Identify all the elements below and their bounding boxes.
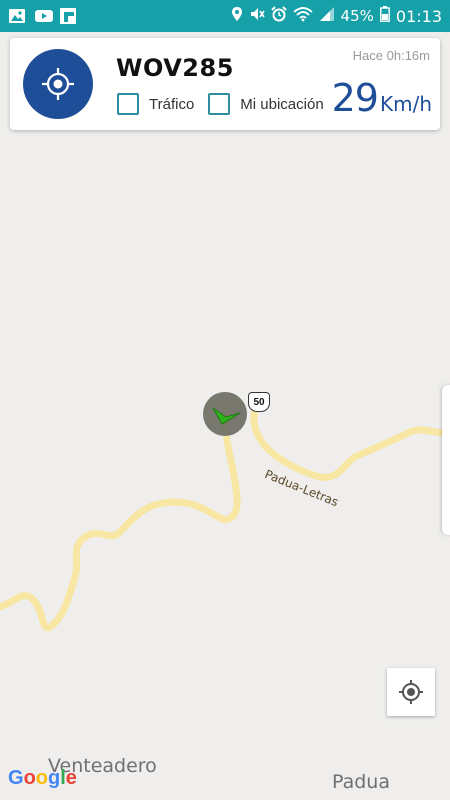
battery-icon [379, 6, 390, 26]
flipboard-icon [60, 8, 78, 24]
gallery-icon [8, 8, 26, 24]
road-east [250, 400, 450, 481]
traffic-checkbox[interactable]: Tráfico [117, 93, 194, 115]
youtube-icon [34, 8, 53, 24]
my-location-checkbox-box[interactable] [208, 93, 231, 115]
my-location-button[interactable] [387, 668, 435, 716]
signal-icon [319, 6, 335, 26]
alarm-icon [270, 6, 287, 26]
vehicle-plate: WOV285 [116, 54, 234, 82]
traffic-checkbox-box[interactable] [117, 93, 139, 115]
speed-value: 29 [331, 76, 379, 120]
battery-percent: 45% [340, 7, 374, 25]
status-bar: 45% 01:13 [0, 0, 450, 32]
traffic-checkbox-label: Tráfico [149, 95, 195, 113]
my-location-checkbox[interactable]: Mi ubicación [208, 93, 324, 115]
location-icon [231, 6, 243, 26]
speed-readout: 29 Km/h [332, 76, 432, 120]
route-shield: 50 [248, 392, 270, 412]
my-location-icon [399, 680, 423, 704]
vehicle-info-card: WOV285 Tráfico Mi ubicación Hace 0h:16m … [10, 38, 440, 130]
side-drawer-handle[interactable] [442, 385, 450, 535]
speed-unit: Km/h [379, 92, 432, 116]
road-west [0, 403, 241, 632]
wifi-icon [292, 6, 313, 26]
clock: 01:13 [395, 6, 442, 26]
mute-icon [249, 6, 265, 26]
google-logo: Google [8, 767, 77, 789]
center-vehicle-button[interactable] [23, 49, 93, 119]
my-location-checkbox-label: Mi ubicación [240, 95, 324, 113]
last-update-time: Hace 0h:16m [352, 48, 430, 63]
crosshair-icon [42, 68, 74, 100]
vehicle-marker[interactable] [202, 391, 248, 437]
place-label-padua: Padua [332, 771, 390, 793]
